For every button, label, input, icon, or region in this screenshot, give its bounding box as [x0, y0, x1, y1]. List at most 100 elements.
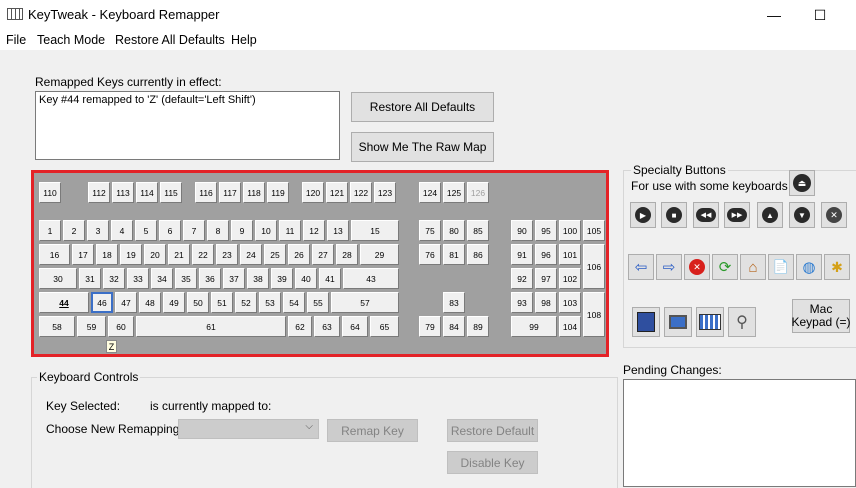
key-10[interactable]: 10: [255, 220, 277, 241]
key-101[interactable]: 101: [559, 244, 581, 265]
key-98[interactable]: 98: [535, 292, 557, 313]
stop-browser-button[interactable]: ✕: [684, 254, 710, 280]
key-57[interactable]: 57: [331, 292, 399, 313]
key-49[interactable]: 49: [163, 292, 185, 313]
key-100[interactable]: 100: [559, 220, 581, 241]
key-120[interactable]: 120: [302, 182, 324, 203]
refresh-button[interactable]: ⟳: [712, 254, 738, 280]
key-76[interactable]: 76: [419, 244, 441, 265]
favorites-folder-button[interactable]: ✱: [824, 254, 850, 280]
key-80[interactable]: 80: [443, 220, 465, 241]
rewind-button[interactable]: ◀◀: [693, 202, 719, 228]
key-60[interactable]: 60: [108, 316, 134, 337]
mute-button[interactable]: ✕: [821, 202, 847, 228]
key-26[interactable]: 26: [288, 244, 310, 265]
key-25[interactable]: 25: [264, 244, 286, 265]
key-122[interactable]: 122: [350, 182, 372, 203]
key-113[interactable]: 113: [112, 182, 134, 203]
key-11[interactable]: 11: [279, 220, 301, 241]
key-7[interactable]: 7: [183, 220, 205, 241]
minimize-button[interactable]: —: [751, 0, 797, 30]
key-79[interactable]: 79: [419, 316, 441, 337]
menu-help[interactable]: Help: [231, 33, 257, 47]
restore-default-button[interactable]: Restore Default: [447, 419, 538, 442]
key-53[interactable]: 53: [259, 292, 281, 313]
key-81[interactable]: 81: [443, 244, 465, 265]
key-110[interactable]: 110: [39, 182, 61, 203]
my-computer-button[interactable]: [664, 307, 692, 337]
fast-forward-button[interactable]: ▶▶: [724, 202, 750, 228]
key-15[interactable]: 15: [351, 220, 399, 241]
key-93[interactable]: 93: [511, 292, 533, 313]
key-103[interactable]: 103: [559, 292, 581, 313]
key-59[interactable]: 59: [77, 316, 106, 337]
key-31[interactable]: 31: [79, 268, 101, 289]
key-102[interactable]: 102: [559, 268, 581, 289]
key-19[interactable]: 19: [120, 244, 142, 265]
stop-button[interactable]: ■: [661, 202, 687, 228]
key-32[interactable]: 32: [103, 268, 125, 289]
volume-up-button[interactable]: ▲: [757, 202, 783, 228]
key-104[interactable]: 104: [559, 316, 581, 337]
key-92[interactable]: 92: [511, 268, 533, 289]
key-85[interactable]: 85: [467, 220, 489, 241]
pending-changes-list[interactable]: [623, 379, 856, 487]
key-54[interactable]: 54: [283, 292, 305, 313]
key-3[interactable]: 3: [87, 220, 109, 241]
key-84[interactable]: 84: [443, 316, 465, 337]
web-globe-button[interactable]: ◍: [796, 254, 822, 280]
menu-restore-all-defaults[interactable]: Restore All Defaults: [115, 33, 225, 47]
key-24[interactable]: 24: [240, 244, 262, 265]
key-126[interactable]: 126: [467, 182, 489, 203]
key-8[interactable]: 8: [207, 220, 229, 241]
key-38[interactable]: 38: [247, 268, 269, 289]
key-83[interactable]: 83: [443, 292, 465, 313]
key-17[interactable]: 17: [72, 244, 94, 265]
key-27[interactable]: 27: [312, 244, 334, 265]
key-28[interactable]: 28: [336, 244, 358, 265]
play-button[interactable]: ▶: [630, 202, 656, 228]
key-121[interactable]: 121: [326, 182, 348, 203]
key-61[interactable]: 61: [136, 316, 286, 337]
key-99[interactable]: 99: [511, 316, 557, 337]
key-115[interactable]: 115: [160, 182, 182, 203]
forward-arrow-button[interactable]: ⇨: [656, 254, 682, 280]
key-119[interactable]: 119: [267, 182, 289, 203]
key-6[interactable]: 6: [159, 220, 181, 241]
key-34[interactable]: 34: [151, 268, 173, 289]
key-16[interactable]: 16: [39, 244, 70, 265]
key-44[interactable]: 44: [39, 292, 89, 313]
key-125[interactable]: 125: [443, 182, 465, 203]
key-2[interactable]: 2: [63, 220, 85, 241]
key-116[interactable]: 116: [195, 182, 217, 203]
key-118[interactable]: 118: [243, 182, 265, 203]
key-5[interactable]: 5: [135, 220, 157, 241]
key-52[interactable]: 52: [235, 292, 257, 313]
key-21[interactable]: 21: [168, 244, 190, 265]
media-player-button[interactable]: [632, 307, 660, 337]
menu-file[interactable]: File: [6, 33, 26, 47]
key-58[interactable]: 58: [39, 316, 75, 337]
key-22[interactable]: 22: [192, 244, 214, 265]
key-37[interactable]: 37: [223, 268, 245, 289]
calculator-button[interactable]: [696, 307, 724, 337]
key-90[interactable]: 90: [511, 220, 533, 241]
key-64[interactable]: 64: [342, 316, 368, 337]
key-96[interactable]: 96: [535, 244, 557, 265]
key-9[interactable]: 9: [231, 220, 253, 241]
remap-key-button[interactable]: Remap Key: [327, 419, 418, 442]
key-51[interactable]: 51: [211, 292, 233, 313]
key-1[interactable]: 1: [39, 220, 61, 241]
key-124[interactable]: 124: [419, 182, 441, 203]
menu-teach-mode[interactable]: Teach Mode: [37, 33, 105, 47]
key-46[interactable]: 46: [91, 292, 113, 313]
key-20[interactable]: 20: [144, 244, 166, 265]
key-63[interactable]: 63: [314, 316, 340, 337]
key-86[interactable]: 86: [467, 244, 489, 265]
key-23[interactable]: 23: [216, 244, 238, 265]
mac-keypad-button[interactable]: Mac Keypad (=): [791, 299, 851, 333]
key-48[interactable]: 48: [139, 292, 161, 313]
remapping-select[interactable]: ⌵: [178, 419, 319, 439]
key-106[interactable]: 106: [583, 244, 605, 289]
key-39[interactable]: 39: [271, 268, 293, 289]
